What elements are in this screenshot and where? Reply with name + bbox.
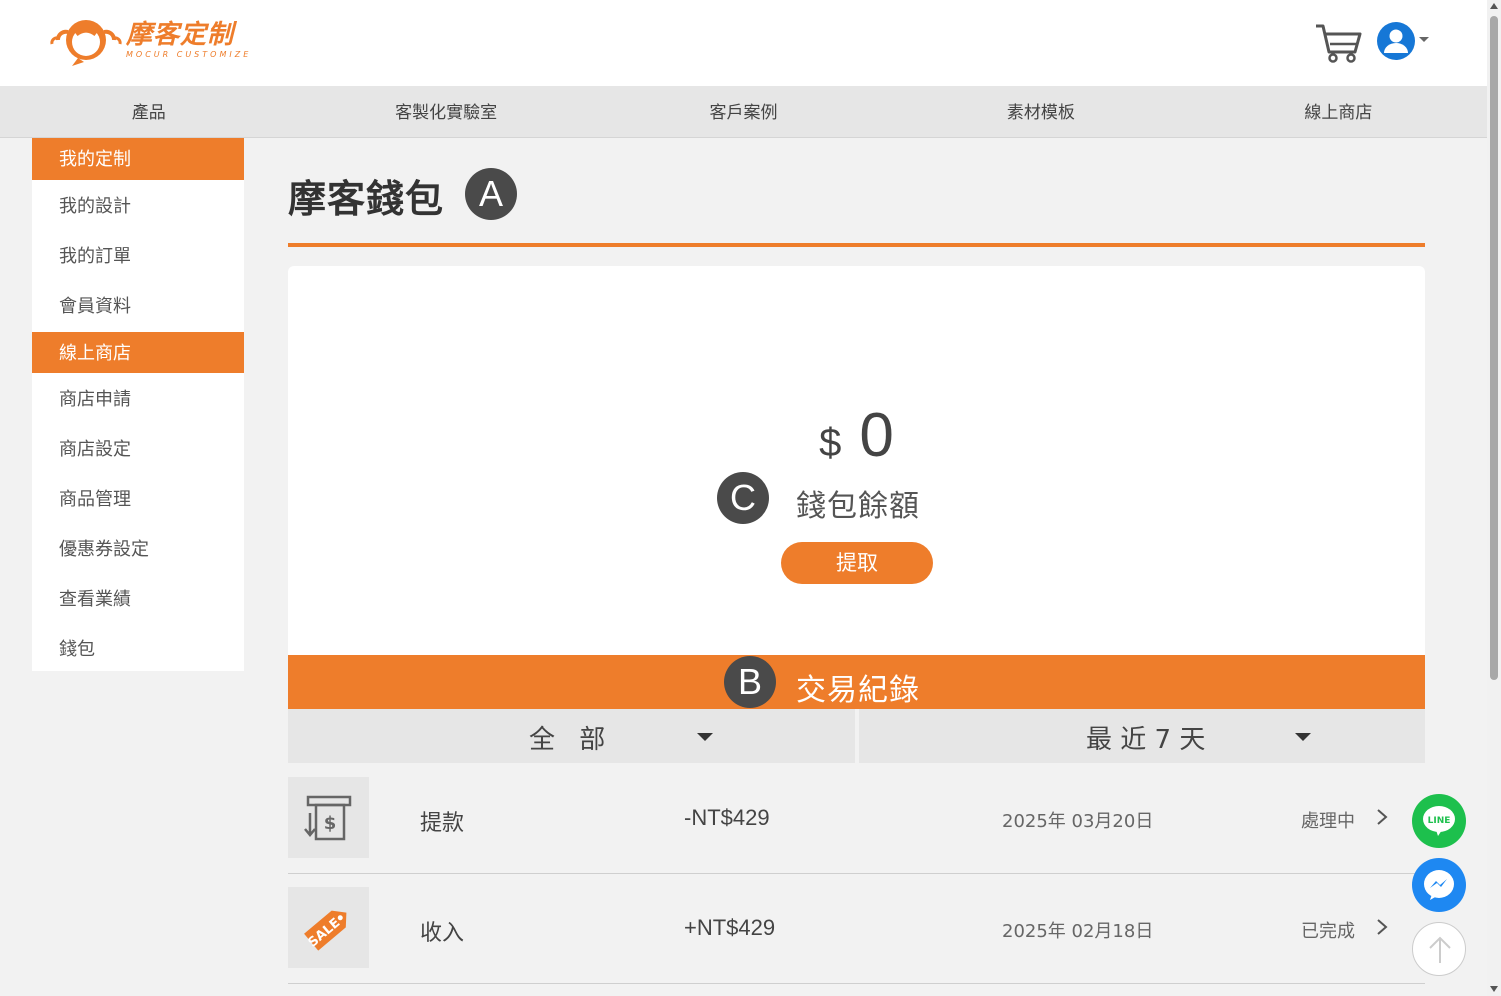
withdraw-cash-icon: $	[288, 777, 369, 858]
nav-item-products[interactable]: 產品	[0, 86, 297, 137]
nav-item-online-store[interactable]: 線上商店	[1190, 86, 1487, 137]
svg-text:$: $	[324, 813, 337, 834]
wallet-balance-card: $0 C 錢包餘額 提取	[288, 266, 1425, 655]
messenger-icon	[1424, 870, 1454, 900]
site-logo[interactable]: 摩客定制 MOCUR CUSTOMIZE	[48, 14, 251, 66]
sidebar-section-my-custom: 我的定制	[32, 138, 244, 180]
line-icon: LINE	[1423, 806, 1455, 836]
transaction-type: 收入	[420, 921, 465, 946]
balance-label: 錢包餘額	[796, 489, 920, 524]
sidebar-item-product-management[interactable]: 商品管理	[32, 475, 244, 525]
cart-icon[interactable]	[1314, 20, 1362, 64]
sidebar-item-coupon-settings[interactable]: 優惠券設定	[32, 525, 244, 575]
annotation-badge-c: C	[717, 472, 769, 524]
account-sidebar: 我的定制 我的設計 我的訂單 會員資料 線上商店 商店申請 商店設定 商品管理 …	[32, 138, 244, 671]
transactions-header: B 交易紀錄	[288, 655, 1425, 709]
nav-item-custom-lab[interactable]: 客製化實驗室	[297, 86, 594, 137]
sidebar-item-store-apply[interactable]: 商店申請	[32, 375, 244, 425]
arrow-up-icon	[1429, 936, 1451, 963]
sale-tag-icon: SALE	[288, 887, 369, 968]
transaction-row[interactable]: $ 提款 -NT$429 2025年 03月20日 處理中	[288, 777, 1425, 874]
type-filter-value: 全 部	[529, 725, 614, 755]
caret-down-icon	[1295, 733, 1311, 741]
transaction-amount: +NT$429	[684, 915, 776, 940]
transaction-type: 提款	[420, 811, 465, 836]
messenger-button[interactable]	[1412, 858, 1466, 912]
period-filter-dropdown[interactable]: 最 近 7 天	[859, 709, 1425, 763]
type-filter-dropdown[interactable]: 全 部	[288, 709, 855, 763]
transactions-title: 交易紀錄	[796, 673, 920, 708]
transaction-status: 已完成	[1301, 921, 1355, 942]
user-avatar-icon[interactable]	[1376, 21, 1416, 61]
scroll-down-icon[interactable]	[1490, 986, 1498, 992]
sidebar-item-store-settings[interactable]: 商店設定	[32, 425, 244, 475]
chevron-right-icon[interactable]	[1372, 805, 1392, 829]
logo-english-text: MOCUR CUSTOMIZE	[126, 50, 252, 59]
logo-chinese-text: 摩客定制	[126, 20, 235, 50]
currency-symbol: $	[819, 421, 842, 465]
annotation-badge-b: B	[724, 656, 776, 708]
sidebar-item-my-orders[interactable]: 我的訂單	[32, 232, 244, 282]
annotation-badge-a: A	[465, 168, 517, 220]
caret-down-icon	[697, 733, 713, 741]
monkey-logo-icon	[50, 20, 122, 66]
nav-item-cases[interactable]: 客戶案例	[595, 86, 892, 137]
main-nav: 產品 客製化實驗室 客戶案例 素材模板 線上商店	[0, 86, 1487, 138]
page-scrollbar[interactable]	[1487, 0, 1501, 996]
site-header: 摩客定制 MOCUR CUSTOMIZE	[0, 0, 1487, 86]
sidebar-item-wallet[interactable]: 錢包	[32, 625, 244, 675]
balance-display: $0	[288, 400, 1425, 471]
account-dropdown-icon[interactable]	[1419, 37, 1429, 42]
line-chat-button[interactable]: LINE	[1412, 794, 1466, 848]
chevron-right-icon[interactable]	[1372, 915, 1392, 939]
back-to-top-button[interactable]	[1412, 922, 1466, 976]
title-divider	[288, 243, 1425, 247]
transaction-date: 2025年 03月20日	[1002, 811, 1154, 832]
scroll-thumb[interactable]	[1490, 16, 1498, 680]
sidebar-section-online-store: 線上商店	[32, 332, 244, 373]
transaction-date: 2025年 02月18日	[1002, 921, 1154, 942]
balance-amount: 0	[859, 401, 894, 470]
page-title: 摩客錢包	[288, 177, 445, 221]
transaction-status: 處理中	[1301, 811, 1355, 832]
period-filter-value: 最 近 7 天	[1086, 725, 1206, 755]
transaction-row[interactable]: SALE 收入 +NT$429 2025年 02月18日 已完成	[288, 887, 1425, 984]
sidebar-item-my-designs[interactable]: 我的設計	[32, 182, 244, 232]
sidebar-item-member-info[interactable]: 會員資料	[32, 282, 244, 332]
line-label: LINE	[1428, 816, 1451, 826]
scroll-up-icon[interactable]	[1490, 3, 1498, 9]
transaction-amount: -NT$429	[684, 805, 770, 830]
nav-item-templates[interactable]: 素材模板	[892, 86, 1189, 137]
sidebar-item-sales-performance[interactable]: 查看業績	[32, 575, 244, 625]
withdraw-button[interactable]: 提取	[781, 542, 933, 584]
